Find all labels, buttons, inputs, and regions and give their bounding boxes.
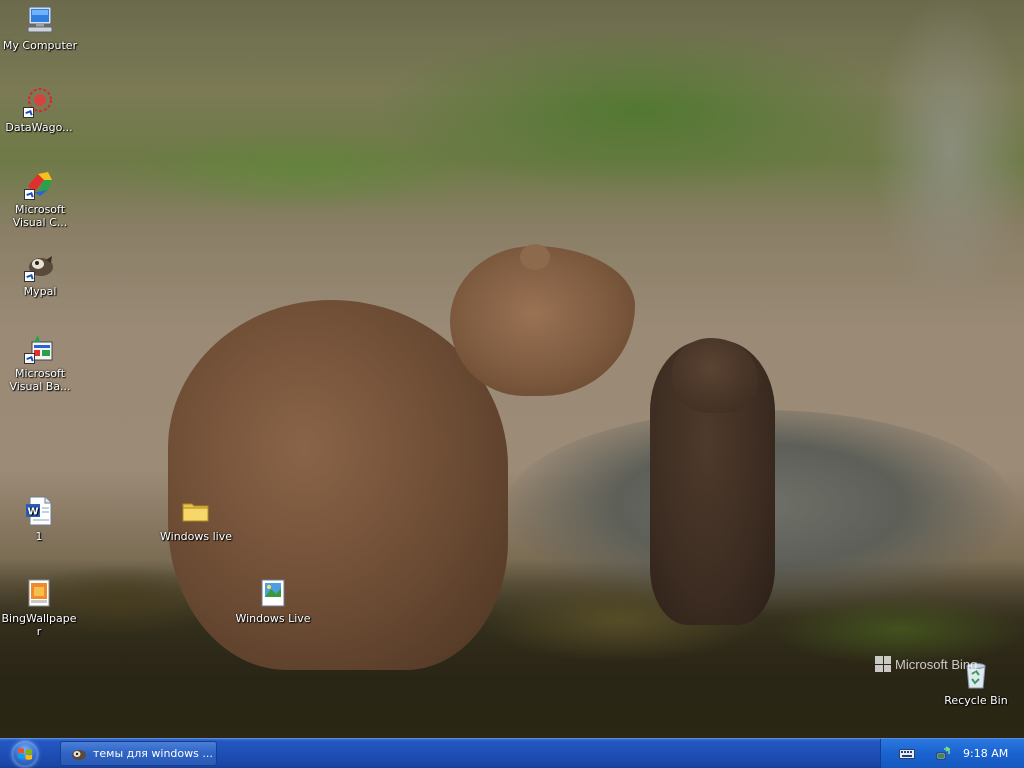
system-tray: 9:18 AM xyxy=(880,739,1024,768)
shortcut-arrow-icon xyxy=(24,353,35,364)
bing-watermark-text: Microsoft Bing xyxy=(895,656,978,672)
wallpaper-bear-ear xyxy=(520,244,550,270)
desktop-icon-label: Recycle Bin xyxy=(944,694,1008,707)
desktop-icon-visual-basic[interactable]: Microsoft Visual Ba... xyxy=(1,332,79,393)
wallpaper-seaweed xyxy=(0,560,1024,738)
wallpaper-bear-head xyxy=(450,246,635,396)
taskbar: темы для windows ... 9:18 AM xyxy=(0,738,1024,768)
shortcut-arrow-icon xyxy=(23,107,34,118)
desktop-icon-label: BingWallpaper xyxy=(1,612,77,638)
desktop-icon-document-1[interactable]: W 1 xyxy=(0,495,78,543)
taskbar-window-button[interactable]: темы для windows ... xyxy=(60,741,217,766)
my-computer-icon xyxy=(24,4,56,36)
shortcut-arrow-icon xyxy=(24,271,35,282)
desktop-icon-label: Microsoft Visual C... xyxy=(12,203,68,229)
desktop-icon-my-computer[interactable]: My Computer xyxy=(1,4,79,52)
start-button[interactable] xyxy=(2,739,48,768)
wallpaper-bear xyxy=(168,300,508,670)
datawagon-icon xyxy=(23,86,55,118)
mypal-small-icon xyxy=(72,749,86,760)
visual-basic-icon xyxy=(24,332,56,364)
folder-icon xyxy=(180,495,212,527)
desktop-icon-visual-c[interactable]: Microsoft Visual C... xyxy=(1,168,79,229)
microsoft-logo-icon xyxy=(875,656,891,672)
desktop-icon-windows-live-folder[interactable]: Windows live xyxy=(157,495,235,543)
desktop-icon-mypal[interactable]: Mypal xyxy=(1,250,79,298)
desktop-icon-label: My Computer xyxy=(2,39,78,52)
desktop-icon-label: Windows live xyxy=(160,530,232,543)
taskbar-clock[interactable]: 9:18 AM xyxy=(963,747,1008,760)
desktop-icon-datawagon[interactable]: DataWago... xyxy=(0,86,78,134)
desktop-icon-label: Mypal xyxy=(23,285,57,298)
windows-live-icon xyxy=(257,577,289,609)
desktop-icon-label: 1 xyxy=(35,530,43,543)
desktop-icon-bing-wallpaper[interactable]: BingWallpaper xyxy=(0,577,78,638)
desktop[interactable]: My Computer DataWago... Microsoft Visual… xyxy=(0,0,1024,738)
keyboard-icon[interactable] xyxy=(899,748,915,760)
network-icon[interactable] xyxy=(935,745,951,762)
bing-wallpaper-icon xyxy=(23,577,55,609)
desktop-icon-label: Microsoft Visual Ba... xyxy=(9,367,71,393)
visual-c-icon xyxy=(24,168,56,200)
mypal-icon xyxy=(24,250,56,282)
windows-logo-icon xyxy=(12,740,38,767)
desktop-icon-label: DataWago... xyxy=(5,121,73,134)
taskbar-window-title: темы для windows ... xyxy=(93,747,213,760)
desktop-icon-windows-live[interactable]: Windows Live xyxy=(234,577,312,625)
svg-text:W: W xyxy=(27,507,38,518)
shortcut-arrow-icon xyxy=(24,189,35,200)
word-document-icon: W xyxy=(23,495,55,527)
desktop-icon-label: Windows Live xyxy=(235,612,311,625)
bing-watermark: Microsoft Bing xyxy=(875,656,977,672)
